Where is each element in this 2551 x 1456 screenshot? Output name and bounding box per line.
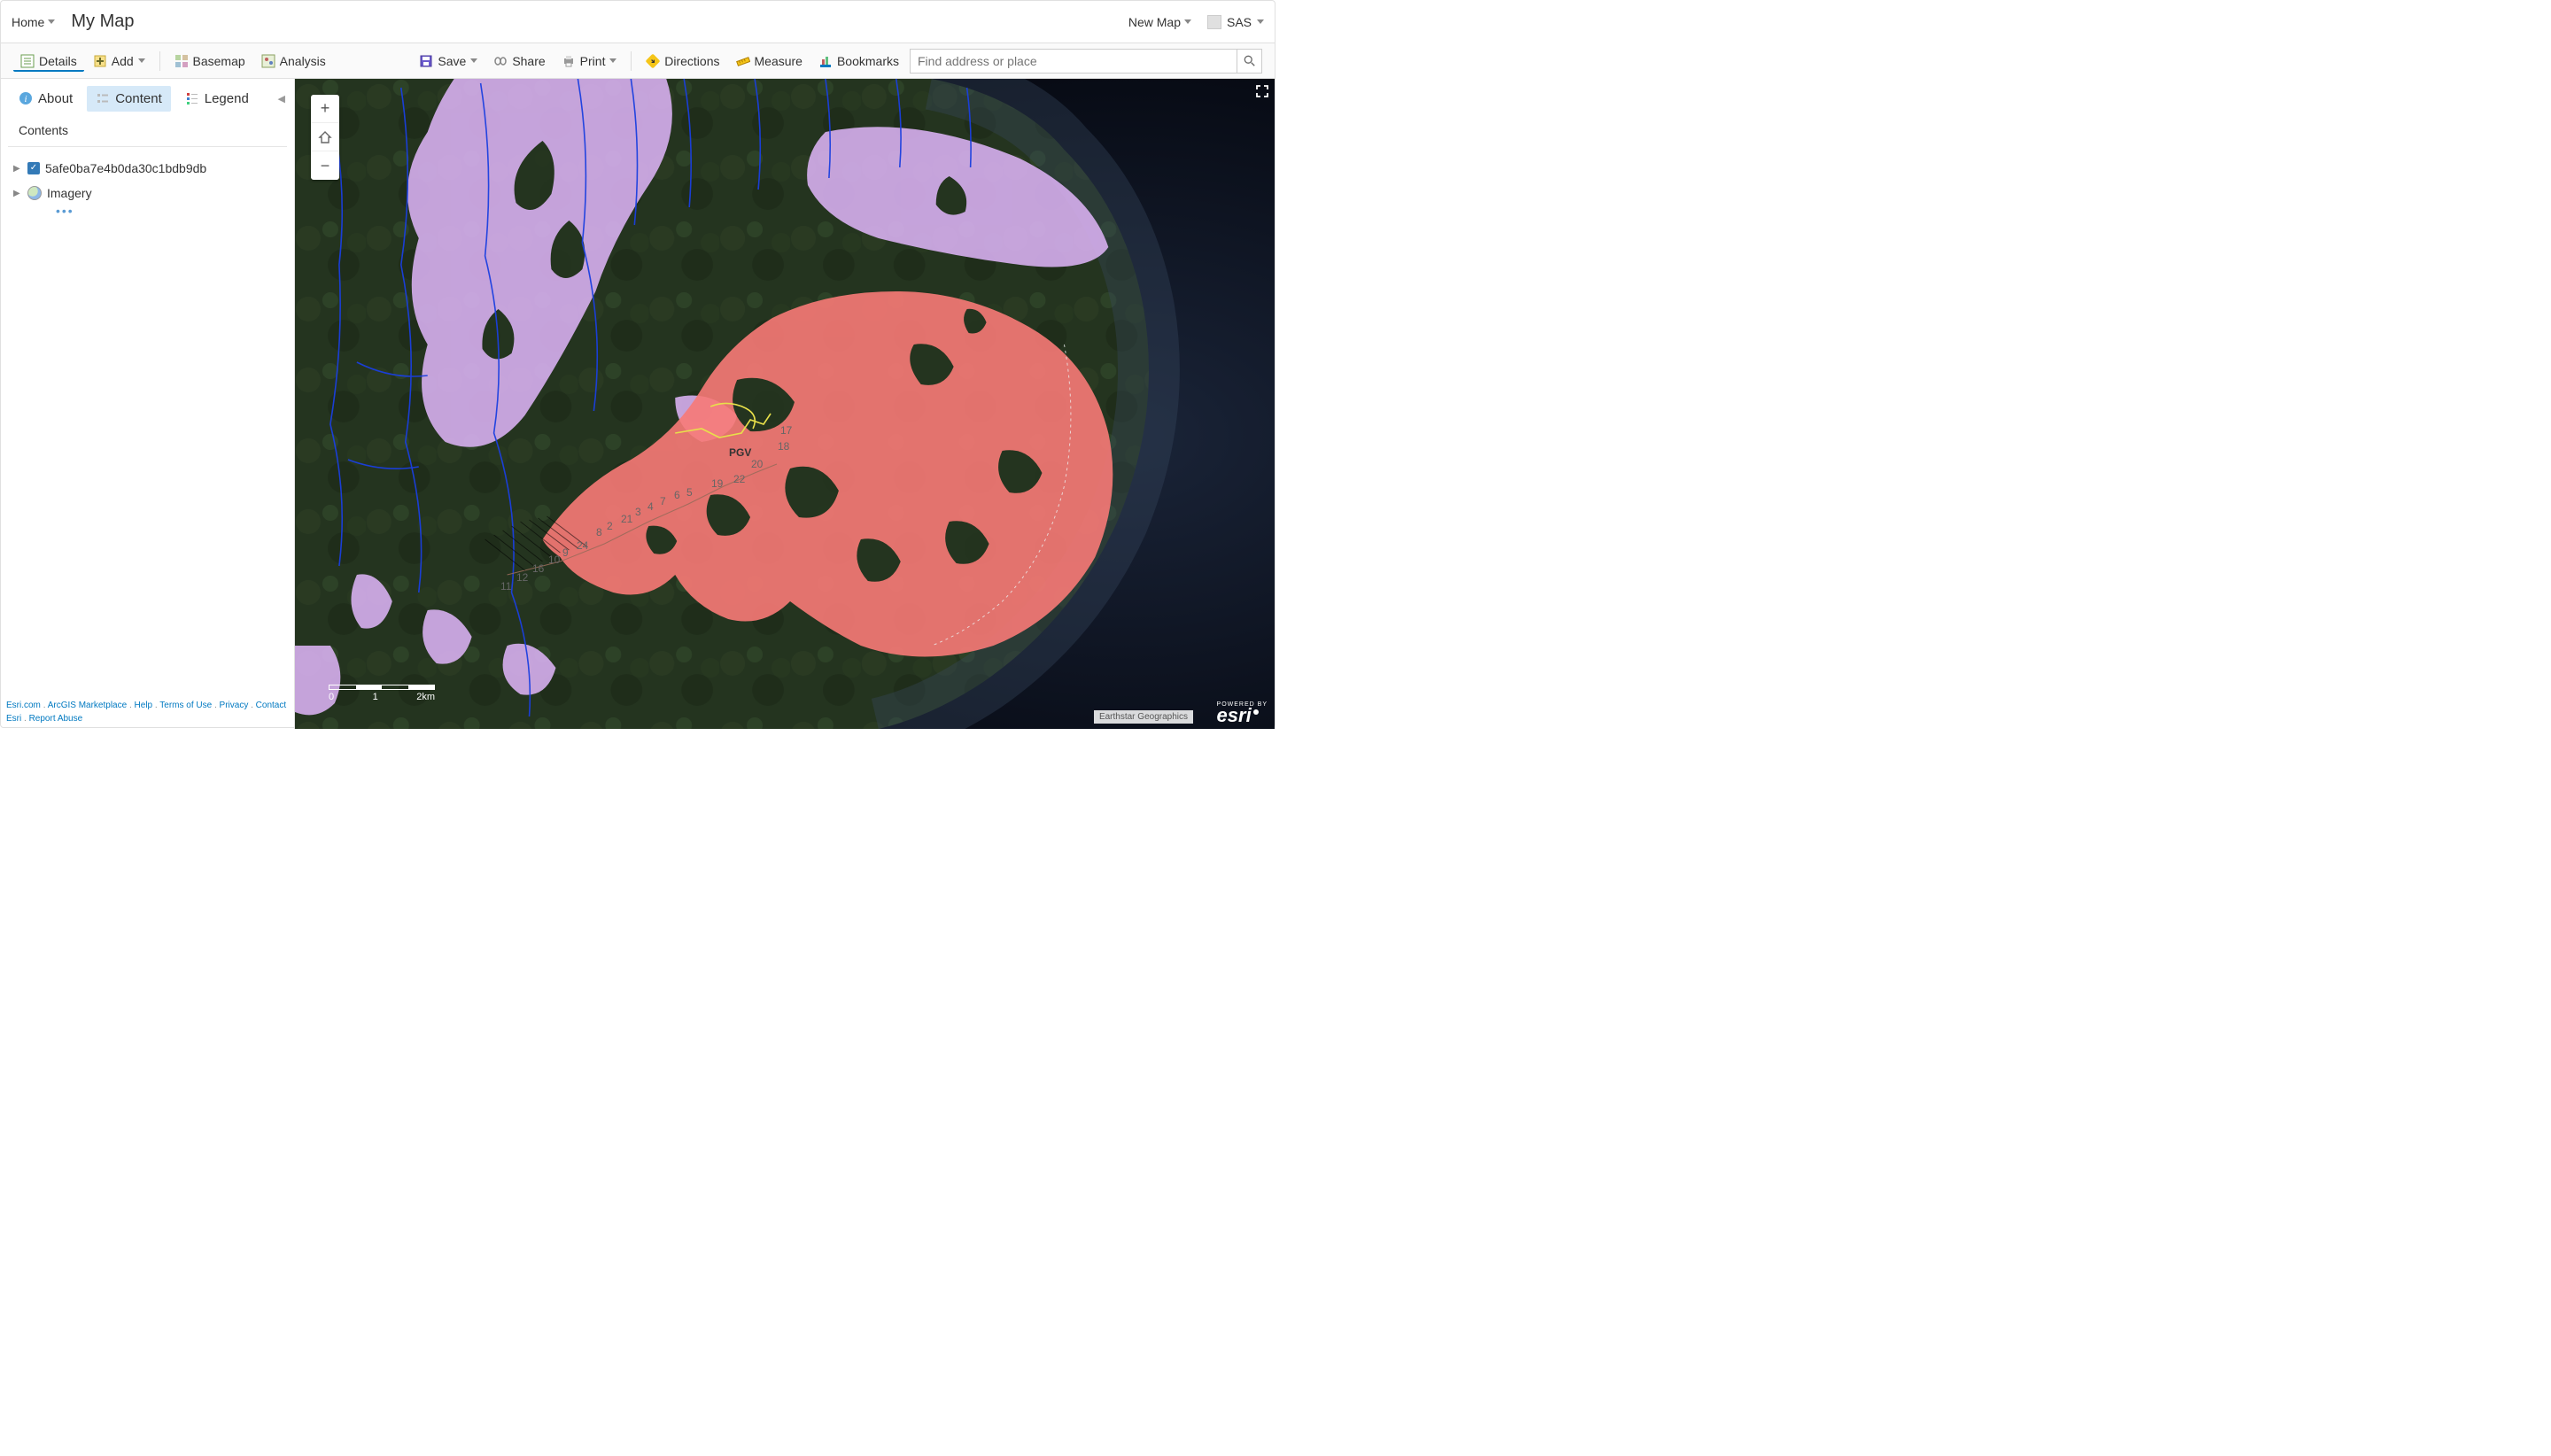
measure-label: Measure	[755, 54, 803, 68]
home-menu[interactable]: Home	[12, 15, 55, 29]
globe-icon	[27, 186, 42, 200]
main: i About Content Legend ◀ Contents ▶ ✓ 5a…	[1, 79, 1275, 729]
tab-about[interactable]: i About	[10, 86, 81, 112]
analysis-icon	[261, 54, 275, 68]
toolbar: Details Add Basemap Analysis Save Share …	[1, 43, 1275, 79]
side-tabs: i About Content Legend ◀	[1, 79, 294, 118]
tab-content-label: Content	[115, 91, 162, 106]
directions-button[interactable]: Directions	[639, 50, 726, 72]
footer-link[interactable]: Terms of Use	[159, 701, 212, 710]
layer-row[interactable]: ▶ Imagery	[8, 181, 287, 205]
avatar	[1207, 15, 1221, 29]
tab-content[interactable]: Content	[87, 86, 171, 112]
share-icon	[493, 54, 508, 68]
layer-checkbox[interactable]: ✓	[27, 162, 40, 174]
footer-link[interactable]: Help	[135, 701, 153, 710]
details-button[interactable]: Details	[13, 50, 84, 72]
measure-button[interactable]: Measure	[729, 50, 810, 72]
print-button[interactable]: Print	[554, 50, 624, 72]
map-svg	[295, 79, 1275, 729]
bookmarks-icon	[818, 54, 833, 68]
footer-link[interactable]: Esri.com	[6, 701, 41, 710]
content-icon	[96, 91, 110, 105]
scale-bar: 0 1 2km	[329, 685, 435, 702]
expand-icon[interactable]: ▶	[13, 164, 22, 174]
share-label: Share	[512, 54, 545, 68]
new-map-menu[interactable]: New Map	[1128, 15, 1191, 29]
map-canvas[interactable]: PGV 17 18 20 22 19 5 6 7 4 3 21 2 8 24 9…	[295, 79, 1275, 729]
zoom-out-button[interactable]: −	[311, 151, 339, 180]
layer-row[interactable]: ▶ ✓ 5afe0ba7e4b0da30c1bdb9db	[8, 156, 287, 181]
save-label: Save	[438, 54, 466, 68]
footer-link[interactable]: Report Abuse	[29, 714, 83, 724]
new-map-label: New Map	[1128, 15, 1181, 29]
footer-links: Esri.com . ArcGIS Marketplace . Help . T…	[6, 699, 294, 725]
print-label: Print	[580, 54, 606, 68]
save-icon	[419, 54, 433, 68]
basemap-icon	[174, 54, 189, 68]
map-attribution: Earthstar Geographics	[1094, 710, 1193, 724]
home-icon	[318, 130, 332, 144]
add-button[interactable]: Add	[86, 50, 152, 72]
separator	[159, 51, 160, 71]
search-input[interactable]	[910, 49, 1237, 74]
details-icon	[20, 54, 35, 68]
svg-text:i: i	[24, 94, 27, 105]
measure-icon	[736, 54, 750, 68]
layer-name: 5afe0ba7e4b0da30c1bdb9db	[45, 161, 206, 175]
fullscreen-button[interactable]	[1255, 84, 1269, 98]
separator	[631, 51, 632, 71]
chevron-down-icon	[1184, 19, 1191, 24]
legend-icon	[185, 91, 199, 105]
tab-about-label: About	[38, 91, 73, 106]
print-icon	[562, 54, 576, 68]
more-actions-icon[interactable]: •••	[56, 204, 287, 218]
map-title: My Map	[71, 12, 134, 32]
esri-wordmark: esri	[1217, 708, 1252, 724]
tab-legend[interactable]: Legend	[176, 86, 258, 112]
user-name: SAS	[1227, 15, 1252, 29]
scale-tick: 2km	[416, 692, 435, 702]
scale-tick: 1	[373, 692, 378, 702]
zoom-in-button[interactable]: +	[311, 95, 339, 123]
save-button[interactable]: Save	[412, 50, 485, 72]
user-menu[interactable]: SAS	[1207, 15, 1264, 29]
details-label: Details	[39, 54, 77, 68]
analysis-button[interactable]: Analysis	[254, 50, 333, 72]
footer-link[interactable]: ArcGIS Marketplace	[48, 701, 127, 710]
search-button[interactable]	[1237, 49, 1262, 74]
directions-icon	[646, 54, 660, 68]
layer-list: ▶ ✓ 5afe0ba7e4b0da30c1bdb9db ▶ Imagery •…	[1, 147, 294, 227]
contents-heading: Contents	[8, 118, 287, 147]
footer-link[interactable]: Privacy	[220, 701, 249, 710]
bookmarks-label: Bookmarks	[837, 54, 899, 68]
share-button[interactable]: Share	[486, 50, 552, 72]
add-label: Add	[112, 54, 134, 68]
chevron-down-icon	[609, 58, 616, 63]
home-label: Home	[12, 15, 44, 29]
app-header: Home My Map New Map SAS	[1, 1, 1275, 43]
tab-legend-label: Legend	[205, 91, 249, 106]
collapse-panel-button[interactable]: ◀	[278, 93, 285, 105]
chevron-down-icon	[1257, 19, 1264, 24]
expand-icon[interactable]: ▶	[13, 189, 22, 198]
search-icon	[1244, 55, 1256, 67]
add-icon	[93, 54, 107, 68]
scale-tick: 0	[329, 692, 334, 702]
info-icon: i	[19, 91, 33, 105]
bookmarks-button[interactable]: Bookmarks	[811, 50, 906, 72]
chevron-down-icon	[48, 19, 55, 24]
basemap-button[interactable]: Basemap	[167, 50, 252, 72]
basemap-label: Basemap	[193, 54, 245, 68]
esri-logo: POWERED BY esri	[1217, 701, 1268, 724]
side-panel: i About Content Legend ◀ Contents ▶ ✓ 5a…	[1, 79, 295, 729]
zoom-control: + −	[311, 95, 339, 180]
chevron-down-icon	[470, 58, 477, 63]
search	[910, 49, 1262, 74]
directions-label: Directions	[664, 54, 719, 68]
chevron-down-icon	[138, 58, 145, 63]
analysis-label: Analysis	[280, 54, 326, 68]
layer-name: Imagery	[47, 186, 92, 200]
home-extent-button[interactable]	[311, 123, 339, 151]
